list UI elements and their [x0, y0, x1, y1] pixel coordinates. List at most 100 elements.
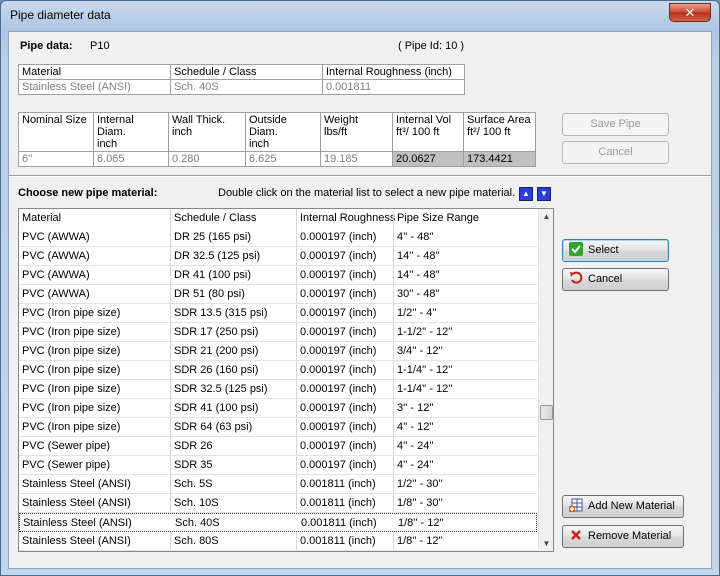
row-material: PVC (Iron pipe size) — [22, 402, 121, 414]
row-schedule: Sch. 40S — [175, 517, 220, 529]
arrow-down-icon[interactable]: ▼ — [537, 187, 551, 201]
list-item[interactable]: PVC (Iron pipe size) SDR 32.5 (125 psi) 0.… — [19, 380, 537, 399]
wall-thick-value: 0.280 — [168, 151, 246, 167]
choose-material-label: Choose new pipe material: — [18, 187, 158, 199]
row-size-range: 1/8'' - 30'' — [397, 497, 443, 509]
row-roughness: 0.001811 (inch) — [301, 517, 377, 529]
section-divider — [9, 175, 711, 177]
list-item[interactable]: PVC (AWWA) DR 32.5 (125 psi) 0.000197 (inc… — [19, 247, 537, 266]
material-list[interactable]: Material Schedule / Class Internal Rough… — [18, 208, 554, 552]
list-item[interactable]: PVC (Iron pipe size) SDR 26 (160 psi) 0.00… — [19, 361, 537, 380]
cancel-label: Cancel — [588, 273, 623, 285]
material-value: Stainless Steel (ANSI) — [18, 79, 171, 95]
list-item[interactable]: PVC (Iron pipe size) SDR 17 (250 psi) 0.00… — [19, 323, 537, 342]
outside-diam-value: 6.625 — [245, 151, 321, 167]
list-item[interactable]: Stainless Steel (ANSI) Sch. 40S 0.001811 (… — [19, 513, 537, 532]
list-header-schedule: Schedule / Class — [174, 212, 257, 224]
row-size-range: 3'' - 12'' — [397, 402, 434, 414]
cancel-top-button[interactable]: Cancel — [562, 141, 669, 164]
add-table-icon — [569, 498, 583, 513]
dialog-client: Pipe data: P10 ( Pipe Id: 10 ) Material … — [8, 31, 712, 569]
list-item[interactable]: PVC (AWWA) DR 51 (80 psi) 0.000197 (inch) 3… — [19, 285, 537, 304]
nominal-size-header: Nominal Size — [18, 112, 94, 152]
scroll-thumb[interactable] — [540, 405, 553, 420]
row-roughness: 0.000197 (inch) — [300, 326, 377, 338]
internal-vol-value: 20.0627 — [392, 151, 464, 167]
row-schedule: SDR 26 — [174, 440, 213, 452]
list-item[interactable]: PVC (AWWA) DR 41 (100 psi) 0.000197 (inch)… — [19, 266, 537, 285]
pipe-name: P10 — [90, 40, 110, 52]
roughness-value: 0.001811 — [322, 79, 465, 95]
row-roughness: 0.000197 (inch) — [300, 250, 377, 262]
row-schedule: SDR 32.5 (125 psi) — [174, 383, 268, 395]
scroll-up-icon[interactable]: ▲ — [539, 209, 553, 224]
row-roughness: 0.000197 (inch) — [300, 231, 377, 243]
row-size-range: 3/4'' - 12'' — [397, 345, 443, 357]
row-roughness: 0.000197 (inch) — [300, 383, 377, 395]
scroll-down-icon[interactable]: ▼ — [539, 536, 553, 551]
row-roughness: 0.001811 (inch) — [300, 478, 376, 490]
list-item[interactable]: Stainless Steel (ANSI) Sch. 80S 0.001811 (… — [19, 532, 537, 551]
row-schedule: SDR 35 — [174, 459, 213, 471]
row-size-range: 1-1/4'' - 12'' — [397, 383, 453, 395]
list-header: Material Schedule / Class Internal Rough… — [19, 209, 537, 228]
list-item[interactable]: PVC (AWWA) DR 25 (165 psi) 0.000197 (inch)… — [19, 228, 537, 247]
list-item[interactable]: PVC (Iron pipe size) SDR 13.5 (315 psi) 0.… — [19, 304, 537, 323]
list-item[interactable]: Stainless Steel (ANSI) Sch. 10S 0.001811 (… — [19, 494, 537, 513]
row-size-range: 4'' - 24'' — [397, 459, 434, 471]
row-roughness: 0.000197 (inch) — [300, 307, 377, 319]
schedule-header: Schedule / Class — [170, 64, 323, 80]
row-material: PVC (AWWA) — [22, 250, 90, 262]
row-material: Stainless Steel (ANSI) — [22, 535, 131, 547]
row-schedule: SDR 21 (200 psi) — [174, 345, 259, 357]
list-item[interactable]: PVC (Iron pipe size) SDR 41 (100 psi) 0.00… — [19, 399, 537, 418]
list-scrollbar[interactable]: ▲ ▼ — [538, 209, 553, 551]
save-pipe-button[interactable]: Save Pipe — [562, 113, 669, 136]
row-material: PVC (Iron pipe size) — [22, 326, 121, 338]
row-roughness: 0.000197 (inch) — [300, 345, 377, 357]
title-bar[interactable]: Pipe diameter data ✕ — [1, 1, 719, 31]
weight-value: 19.185 — [320, 151, 393, 167]
row-material: PVC (Sewer pipe) — [22, 459, 111, 471]
row-schedule: Sch. 5S — [174, 478, 213, 490]
remove-material-button[interactable]: Remove Material — [562, 525, 684, 548]
delete-x-icon — [569, 528, 583, 542]
row-roughness: 0.000197 (inch) — [300, 440, 377, 452]
list-item[interactable]: PVC (Sewer pipe) SDR 26 0.000197 (inch) 4''… — [19, 437, 537, 456]
undo-icon — [569, 271, 583, 285]
row-size-range: 30'' - 48'' — [397, 288, 440, 300]
row-schedule: DR 32.5 (125 psi) — [174, 250, 261, 262]
list-item[interactable]: PVC (Iron pipe size) SDR 21 (200 psi) 0.00… — [19, 342, 537, 361]
list-item[interactable]: PVC (Sewer pipe) SDR 35 0.000197 (inch) 4''… — [19, 456, 537, 475]
list-item[interactable]: PVC (Iron pipe size) SDR 64 (63 psi) 0.000… — [19, 418, 537, 437]
row-material: PVC (AWWA) — [22, 288, 90, 300]
row-size-range: 14'' - 48'' — [397, 269, 440, 281]
list-item[interactable]: Stainless Steel (ANSI) Sch. 5S 0.001811 (i… — [19, 475, 537, 494]
add-material-label: Add New Material — [588, 500, 675, 512]
arrow-up-icon[interactable]: ▲ — [519, 187, 533, 201]
surface-area-value: 173.4421 — [463, 151, 536, 167]
close-button[interactable]: ✕ — [669, 3, 711, 22]
material-header: Material — [18, 64, 171, 80]
nominal-size-value: 6'' — [18, 151, 94, 167]
row-roughness: 0.000197 (inch) — [300, 402, 377, 414]
row-material: PVC (AWWA) — [22, 231, 90, 243]
add-material-button[interactable]: Add New Material — [562, 495, 684, 518]
outside-diam-header: Outside Diam. inch — [245, 112, 321, 152]
dialog-window: Pipe diameter data ✕ Pipe data: P10 ( Pi… — [0, 0, 720, 576]
row-size-range: 14'' - 48'' — [397, 250, 440, 262]
row-material: PVC (Iron pipe size) — [22, 383, 121, 395]
roughness-header: Internal Roughness (inch) — [322, 64, 465, 80]
row-material: PVC (Iron pipe size) — [22, 345, 121, 357]
select-button[interactable]: Select — [562, 239, 669, 262]
list-header-roughness: Internal Roughness — [300, 212, 396, 224]
row-roughness: 0.001811 (inch) — [300, 535, 376, 547]
row-size-range: 1/8'' - 12'' — [397, 535, 443, 547]
current-material-table: Material Schedule / Class Internal Rough… — [18, 64, 465, 95]
cancel-button[interactable]: Cancel — [562, 268, 669, 291]
row-material: PVC (Iron pipe size) — [22, 364, 121, 376]
pipe-data-label: Pipe data: — [20, 40, 73, 52]
internal-diam-header: Internal Diam. inch — [93, 112, 169, 152]
row-schedule: DR 51 (80 psi) — [174, 288, 245, 300]
row-size-range: 1/8'' - 12'' — [398, 517, 444, 529]
